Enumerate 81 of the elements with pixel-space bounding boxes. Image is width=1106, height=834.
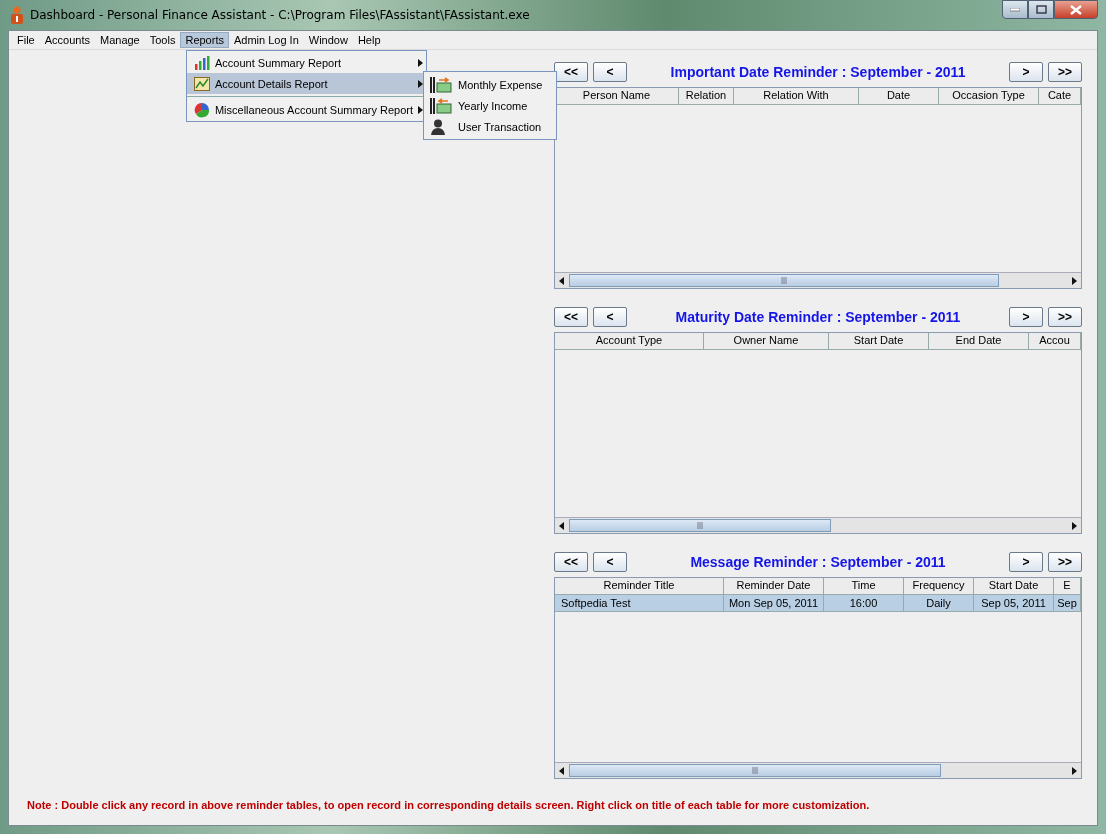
close-icon (1070, 4, 1082, 15)
minimize-button[interactable] (1002, 0, 1028, 19)
column-header[interactable]: Date (859, 88, 939, 104)
table-cell: Mon Sep 05, 2011 (724, 595, 824, 611)
column-header[interactable]: Reminder Date (724, 578, 824, 594)
grip-icon (752, 767, 758, 774)
table-title: Important Date Reminder : September - 2011 (669, 64, 967, 80)
menu-entry[interactable]: Account Details Report (187, 73, 426, 94)
table-cell: Daily (904, 595, 974, 611)
column-header[interactable]: End Date (929, 333, 1029, 349)
money-arrow-icon (430, 76, 452, 93)
previous-button[interactable]: < (593, 62, 627, 82)
scroll-right-icon (1071, 276, 1077, 285)
first-page-button[interactable]: << (554, 307, 588, 327)
grip-icon (697, 522, 703, 529)
menu-item[interactable]: Reports (180, 32, 229, 48)
menu-item[interactable]: Admin Log In (228, 32, 304, 48)
column-header[interactable]: Account Type (555, 333, 704, 349)
scroll-right-icon (1071, 521, 1077, 530)
menu-entry[interactable]: Account Summary Report (187, 52, 426, 73)
column-header[interactable]: Relation With (734, 88, 859, 104)
minimize-icon (1010, 7, 1020, 12)
column-header[interactable]: Owner Name (704, 333, 829, 349)
next-button[interactable]: > (1009, 62, 1043, 82)
menu-item[interactable]: Window (303, 32, 353, 48)
last-page-button[interactable]: >> (1048, 307, 1082, 327)
table-title: Message Reminder : September - 2011 (689, 554, 947, 570)
money-arrow-icon (430, 97, 452, 114)
pie-chart-icon (194, 101, 210, 118)
next-button[interactable]: > (1009, 307, 1043, 327)
menu-item[interactable]: Accounts (39, 32, 95, 48)
column-header[interactable]: Frequency (904, 578, 974, 594)
previous-button[interactable]: < (593, 552, 627, 572)
menu-item[interactable]: Tools (144, 32, 181, 48)
menu-entry[interactable]: Yearly Income (424, 95, 556, 116)
scroll-left-icon (559, 521, 565, 530)
submenu-arrow-icon (418, 105, 423, 114)
scroll-left-icon (559, 766, 565, 775)
column-header[interactable]: Cate (1039, 88, 1081, 104)
table-cell: 16:00 (824, 595, 904, 611)
scroll-left-icon (559, 276, 565, 285)
submenu-arrow-icon (418, 79, 423, 88)
column-header[interactable]: E (1054, 578, 1081, 594)
maximize-button[interactable] (1028, 0, 1054, 19)
close-button[interactable] (1054, 0, 1098, 19)
submenu-arrow-icon (418, 58, 423, 67)
horizontal-scrollbar[interactable] (555, 762, 1081, 778)
menu-item[interactable]: File (12, 32, 40, 48)
first-page-button[interactable]: << (554, 62, 588, 82)
window-title: Dashboard - Personal Finance Assistant - C:\Program Files\FAssistant\FAssistant.exe (30, 8, 530, 22)
column-header[interactable]: Reminder Title (555, 578, 724, 594)
column-header[interactable]: Start Date (974, 578, 1054, 594)
first-page-button[interactable]: << (554, 552, 588, 572)
maximize-icon (1035, 5, 1047, 14)
next-button[interactable]: > (1009, 552, 1043, 572)
last-page-button[interactable]: >> (1048, 62, 1082, 82)
table-cell: Softpedia Test (555, 595, 724, 611)
menu-item[interactable]: Manage (95, 32, 145, 48)
note-text: Note : Double click any record in above reminder tables, to open record in corresponding details screen. Right click on title of each table for more customization. (26, 799, 871, 813)
scroll-right-icon (1071, 766, 1077, 775)
menu-item[interactable]: Help (352, 32, 386, 48)
column-header[interactable]: Relation (679, 88, 734, 104)
table-row[interactable]: Softpedia Test Mon Sep 05, 2011 16:00 Daily Sep 05, 2011 Sep (555, 595, 1081, 612)
last-page-button[interactable]: >> (1048, 552, 1082, 572)
previous-button[interactable]: < (593, 307, 627, 327)
menu-entry[interactable]: Monthly Expense (424, 74, 556, 95)
table-cell: Sep (1054, 595, 1081, 611)
column-header[interactable]: Accou (1029, 333, 1081, 349)
column-header[interactable]: Occasion Type (939, 88, 1039, 104)
app-icon (10, 6, 24, 24)
line-chart-icon (194, 76, 210, 91)
menu-entry[interactable]: User Transaction (424, 116, 556, 137)
bar-chart-icon (194, 55, 210, 70)
column-header[interactable]: Time (824, 578, 904, 594)
horizontal-scrollbar[interactable] (555, 272, 1081, 288)
table-cell: Sep 05, 2011 (974, 595, 1054, 611)
table-title: Maturity Date Reminder : September - 2011 (674, 309, 962, 325)
menu-entry[interactable]: Miscellaneous Account Summary Report (187, 99, 426, 120)
column-header[interactable]: Start Date (829, 333, 929, 349)
grip-icon (781, 277, 787, 284)
horizontal-scrollbar[interactable] (555, 517, 1081, 533)
